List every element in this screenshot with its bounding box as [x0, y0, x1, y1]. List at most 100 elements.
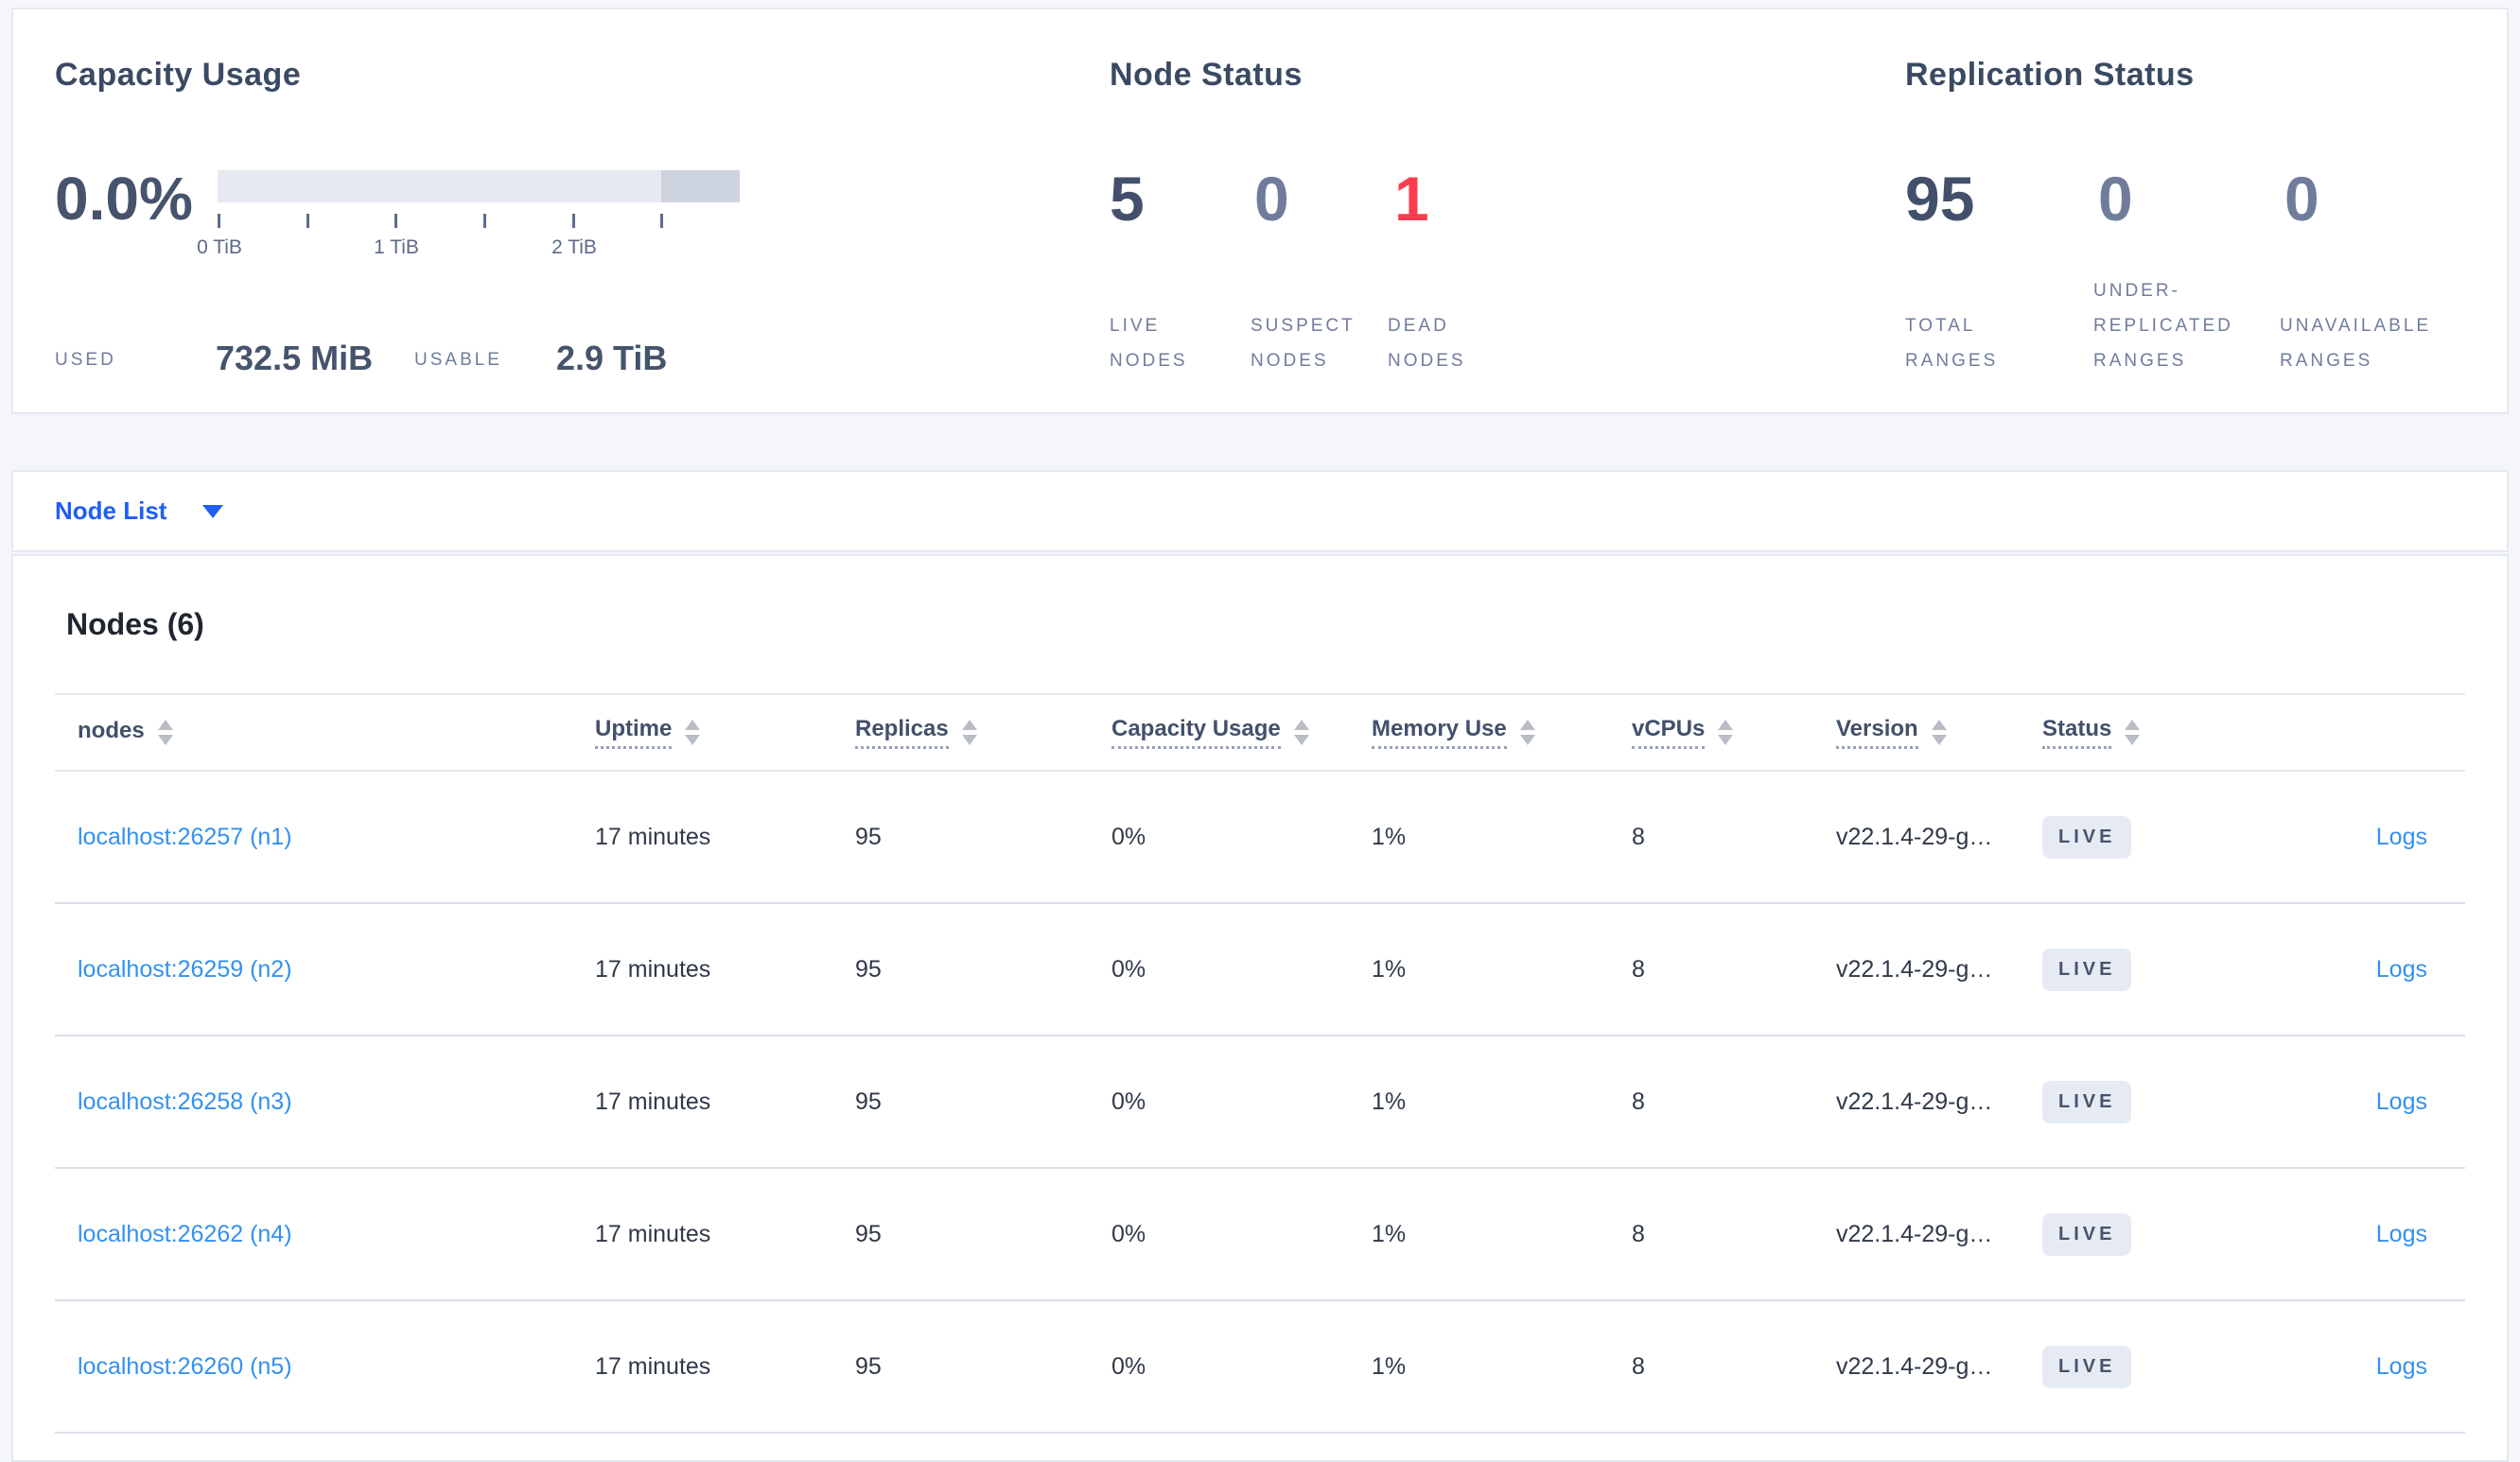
dead-nodes-value: 1	[1394, 164, 1429, 234]
replicas-cell: 95	[855, 823, 882, 850]
node-link[interactable]: localhost:26258 (n3)	[78, 1088, 292, 1115]
logs-cell: Logs	[2326, 956, 2427, 983]
status-cell: LIVE	[2042, 948, 2326, 991]
node-cell: localhost:26258 (n3)	[78, 1088, 595, 1116]
uptime-cell: 17 minutes	[595, 823, 711, 850]
replicas-cell: 95	[855, 1088, 882, 1115]
capacity-used-value: 732.5 MiB	[216, 339, 374, 377]
memory-cell: 1%	[1372, 1220, 1407, 1247]
unavailable-ranges-label: UNAVAILABLE RANGES	[2280, 316, 2432, 371]
node-cell: localhost:26260 (n5)	[78, 1353, 595, 1381]
capacity-axis-label: 2 TiB	[551, 236, 597, 258]
sort-icon	[1519, 720, 1535, 745]
sort-icon	[685, 720, 701, 745]
column-header-nodes[interactable]: nodes	[78, 718, 595, 748]
suspect-nodes-label: SUSPECT NODES	[1251, 316, 1356, 371]
sort-icon	[961, 720, 977, 745]
column-header-memory-use[interactable]: Memory Use	[1372, 716, 1632, 749]
node-list-dropdown-label: Node List	[55, 496, 167, 525]
nodes-table-body: localhost:26257 (n1) 17 minutes 95 0% 1%…	[55, 772, 2465, 1434]
memory-cell: 1%	[1372, 1352, 1407, 1380]
node-link[interactable]: localhost:26262 (n4)	[78, 1221, 292, 1247]
vcpus-cell: 8	[1632, 1352, 1645, 1380]
capacity-axis-tick	[572, 214, 575, 228]
logs-link[interactable]: Logs	[2376, 1353, 2427, 1380]
table-row: localhost:26260 (n5) 17 minutes 95 0% 1%…	[55, 1301, 2465, 1434]
total-ranges-label: TOTAL RANGES	[1905, 316, 1999, 371]
logs-cell: Logs	[2326, 1088, 2427, 1116]
capacity-used-label: USED	[55, 350, 116, 370]
status-badge: LIVE	[2042, 1080, 2132, 1123]
table-row: localhost:26259 (n2) 17 minutes 95 0% 1%…	[55, 904, 2465, 1036]
logs-cell: Logs	[2326, 824, 2427, 851]
version-cell: v22.1.4-29-g…	[1836, 823, 1993, 850]
vcpus-cell: 8	[1632, 1220, 1645, 1247]
cluster-summary-panel: Capacity Usage 0.0% 0 TiB 1 TiB 2 TiB US…	[11, 8, 2509, 414]
replicas-cell: 95	[855, 1352, 882, 1380]
column-header-replicas[interactable]: Replicas	[855, 716, 1111, 749]
nodes-section-title: Nodes (6)	[66, 607, 204, 641]
sort-icon	[2125, 720, 2141, 745]
unavailable-ranges-value: 0	[2284, 164, 2319, 234]
status-badge: LIVE	[2042, 948, 2132, 991]
under-replicated-ranges-value: 0	[2098, 164, 2133, 234]
column-header-vcpus[interactable]: vCPUs	[1632, 716, 1836, 749]
node-cell: localhost:26259 (n2)	[78, 956, 595, 983]
capacity-percent-value: 0.0%	[55, 165, 193, 233]
logs-link[interactable]: Logs	[2376, 956, 2427, 983]
capacity-cell: 0%	[1111, 823, 1146, 850]
node-list-dropdown[interactable]: Node List	[55, 496, 224, 526]
node-status-title: Node Status	[1110, 57, 1303, 93]
live-nodes-value: 5	[1110, 164, 1145, 234]
capacity-axis-tick	[218, 214, 220, 228]
column-header-uptime[interactable]: Uptime	[595, 716, 855, 749]
version-cell: v22.1.4-29-g…	[1836, 955, 1993, 983]
logs-link[interactable]: Logs	[2376, 1088, 2427, 1115]
capacity-axis-tick	[660, 214, 663, 228]
replicas-cell: 95	[855, 1220, 882, 1247]
total-ranges-value: 95	[1905, 164, 1975, 234]
column-header-capacity-usage[interactable]: Capacity Usage	[1111, 716, 1372, 749]
capacity-axis-label: 1 TiB	[374, 236, 419, 258]
suspect-nodes-value: 0	[1254, 164, 1289, 234]
capacity-axis-tick	[394, 214, 397, 228]
capacity-usable-label: USABLE	[414, 350, 502, 370]
status-badge: LIVE	[2042, 1212, 2132, 1256]
status-cell: LIVE	[2042, 815, 2326, 859]
capacity-usable-value: 2.9 TiB	[556, 339, 668, 377]
table-row: localhost:26258 (n3) 17 minutes 95 0% 1%…	[55, 1036, 2465, 1169]
status-badge: LIVE	[2042, 815, 2132, 859]
uptime-cell: 17 minutes	[595, 1220, 711, 1247]
dead-nodes-label: DEAD NODES	[1388, 316, 1466, 371]
node-link[interactable]: localhost:26259 (n2)	[78, 956, 292, 983]
capacity-usage-title: Capacity Usage	[55, 57, 302, 93]
node-link[interactable]: localhost:26257 (n1)	[78, 824, 292, 850]
status-cell: LIVE	[2042, 1345, 2326, 1388]
column-header-version[interactable]: Version	[1836, 716, 2042, 749]
capacity-cell: 0%	[1111, 1220, 1146, 1247]
logs-link[interactable]: Logs	[2376, 824, 2427, 850]
nodes-table-panel: Nodes (6) nodes Uptime Replicas Capacity…	[11, 554, 2509, 1462]
uptime-cell: 17 minutes	[595, 1088, 711, 1115]
live-nodes-label: LIVE NODES	[1110, 316, 1188, 371]
chevron-down-icon	[202, 504, 224, 518]
table-row: localhost:26262 (n4) 17 minutes 95 0% 1%…	[55, 1169, 2465, 1301]
replication-status-title: Replication Status	[1905, 57, 2195, 93]
version-cell: v22.1.4-29-g…	[1836, 1352, 1993, 1380]
nodes-table: nodes Uptime Replicas Capacity Usage Mem…	[55, 693, 2465, 1434]
memory-cell: 1%	[1372, 955, 1407, 983]
node-cell: localhost:26262 (n4)	[78, 1221, 595, 1248]
capacity-cell: 0%	[1111, 955, 1146, 983]
capacity-cell: 0%	[1111, 1352, 1146, 1380]
logs-link[interactable]: Logs	[2376, 1221, 2427, 1247]
node-cell: localhost:26257 (n1)	[78, 824, 595, 851]
column-header-status[interactable]: Status	[2042, 716, 2326, 749]
memory-cell: 1%	[1372, 1088, 1407, 1115]
uptime-cell: 17 minutes	[595, 1352, 711, 1380]
capacity-cell: 0%	[1111, 1088, 1146, 1115]
version-cell: v22.1.4-29-g…	[1836, 1220, 1993, 1247]
table-row: localhost:26257 (n1) 17 minutes 95 0% 1%…	[55, 772, 2465, 904]
sort-icon	[157, 720, 173, 745]
capacity-axis-tick	[483, 214, 486, 228]
node-link[interactable]: localhost:26260 (n5)	[78, 1353, 292, 1380]
